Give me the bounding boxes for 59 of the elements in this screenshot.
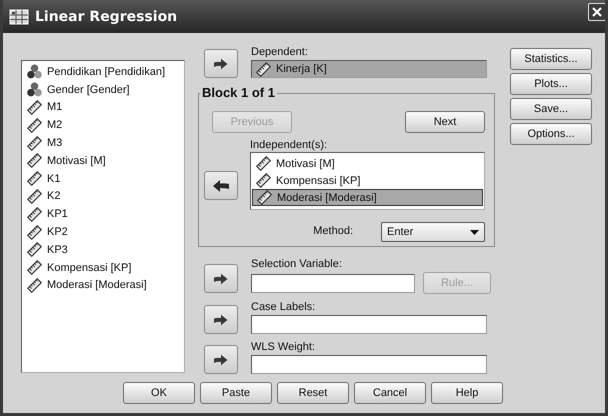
window-title: Linear Regression bbox=[35, 8, 178, 24]
dialog-button[interactable]: Plots... bbox=[510, 73, 592, 95]
close-button[interactable] bbox=[588, 3, 605, 21]
selection-variable-field[interactable] bbox=[251, 274, 415, 293]
dialog-button[interactable]: Paste bbox=[200, 382, 272, 404]
field-label: Case Labels: bbox=[251, 301, 316, 315]
dependent-field[interactable]: Kinerja [K] bbox=[251, 60, 487, 78]
transfer-button[interactable] bbox=[204, 171, 238, 200]
dialog-button[interactable]: Statistics... bbox=[510, 48, 592, 70]
close-icon bbox=[591, 6, 603, 18]
circles-icon bbox=[27, 82, 42, 98]
transfer-button[interactable] bbox=[204, 305, 238, 334]
variable-item[interactable]: KP3 bbox=[23, 240, 183, 259]
variable-item[interactable]: Pendidikan [Pendidikan] bbox=[23, 63, 183, 81]
ruler-icon bbox=[256, 62, 271, 76]
field-label: Method: bbox=[313, 225, 353, 239]
transfer-button[interactable] bbox=[204, 49, 238, 78]
caret-icon bbox=[470, 230, 479, 234]
variable-item[interactable]: M1 bbox=[23, 98, 183, 116]
variable-item[interactable]: K2 bbox=[23, 188, 183, 206]
field-label: WLS Weight: bbox=[251, 341, 316, 355]
next-button[interactable]: Next bbox=[405, 111, 485, 133]
field-label: Independent(s): bbox=[250, 140, 328, 152]
group-title: Block 1 of 1 bbox=[201, 85, 276, 101]
variable-item[interactable]: KP2 bbox=[23, 223, 183, 241]
variable-item[interactable]: Motivasi [M] bbox=[252, 155, 483, 172]
arrow-icon bbox=[213, 354, 229, 366]
dialog-button[interactable]: OK bbox=[123, 382, 195, 404]
ruler-icon bbox=[256, 156, 271, 171]
table-icon bbox=[9, 8, 29, 26]
variable-item[interactable]: M3 bbox=[23, 134, 183, 152]
field-label: Dependent: bbox=[251, 46, 309, 60]
arrow-icon bbox=[213, 272, 229, 284]
arrow-icon bbox=[213, 58, 229, 70]
dialog-button[interactable]: Save... bbox=[510, 98, 592, 120]
ruler-icon bbox=[257, 190, 272, 205]
dialog-button[interactable]: Cancel bbox=[354, 382, 426, 404]
arrow-icon bbox=[212, 178, 230, 192]
field-label: Selection Variable: bbox=[251, 258, 343, 272]
dialog-button[interactable]: Options... bbox=[510, 123, 592, 145]
wls-weight-field[interactable] bbox=[251, 355, 487, 374]
case-labels-field[interactable] bbox=[251, 315, 487, 334]
transfer-button[interactable] bbox=[204, 345, 238, 374]
transfer-button[interactable] bbox=[204, 264, 238, 293]
variable-item[interactable]: Moderasi [Moderasi] bbox=[252, 189, 483, 206]
variable-item[interactable]: M2 bbox=[23, 116, 183, 134]
circles-icon bbox=[27, 64, 42, 80]
ruler-icon bbox=[256, 173, 271, 188]
variable-item[interactable]: K1 bbox=[23, 170, 183, 188]
variable-item[interactable]: Kompensasi [KP] bbox=[23, 258, 183, 277]
variable-item[interactable]: KP1 bbox=[23, 205, 183, 224]
arrow-icon bbox=[213, 314, 229, 326]
variable-item[interactable]: Moderasi [Moderasi] bbox=[23, 276, 183, 294]
variable-item[interactable]: Motivasi [M] bbox=[23, 152, 183, 170]
method-dropdown[interactable]: Enter bbox=[381, 222, 485, 242]
dialog-button[interactable]: Reset bbox=[277, 382, 349, 404]
variable-item[interactable]: Kompensasi [KP] bbox=[252, 172, 483, 189]
variable-item[interactable]: Gender [Gender] bbox=[23, 80, 183, 99]
dialog-button[interactable]: Help bbox=[431, 382, 503, 404]
